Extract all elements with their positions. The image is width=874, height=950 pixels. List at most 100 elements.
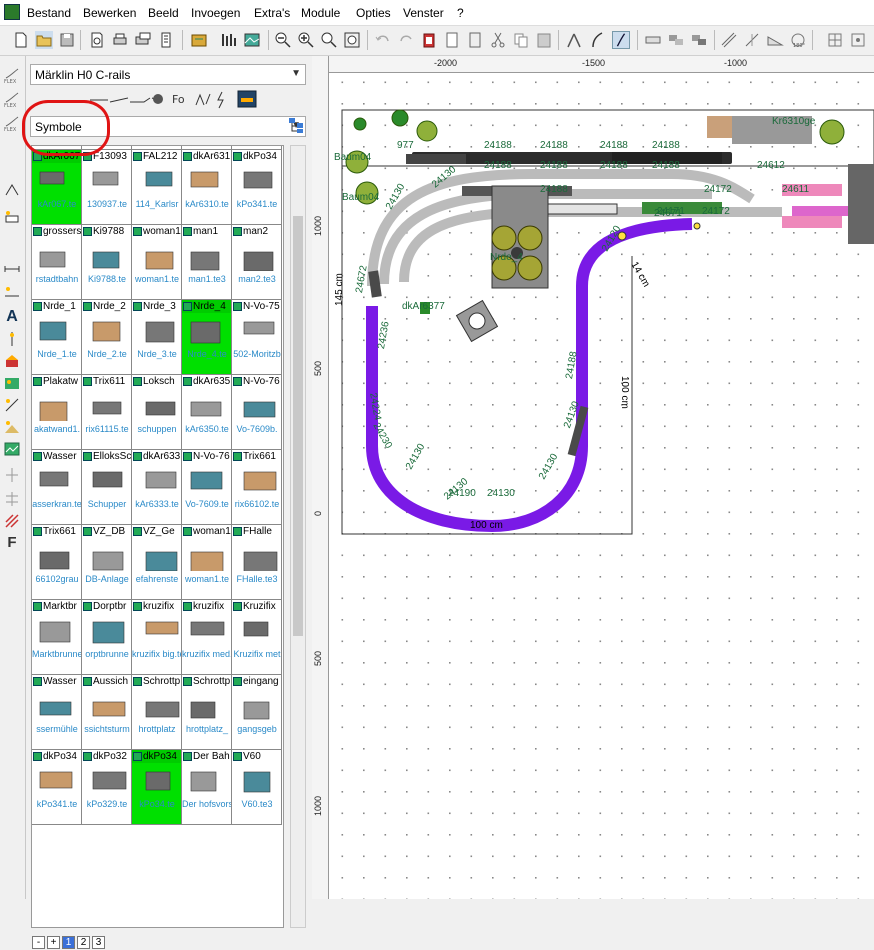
dimension-tool-icon[interactable]	[3, 260, 21, 278]
symbol-tile[interactable]: woman1 woman1.te	[132, 225, 182, 300]
menu-venster[interactable]: Venster	[403, 6, 444, 20]
clipboard-red-icon[interactable]	[420, 31, 438, 49]
symbol-tile[interactable]: Trix611 rix61115.te	[82, 375, 132, 450]
grid-settings-icon[interactable]	[826, 31, 844, 49]
open-folder-icon[interactable]	[35, 31, 53, 49]
track-plan[interactable]	[312, 56, 874, 899]
symbol-tile[interactable]: N-Vo-75 502-Moritzb	[232, 300, 282, 375]
measure-icon[interactable]	[720, 31, 738, 49]
slope-icon[interactable]	[766, 31, 784, 49]
print-preview-icon[interactable]	[88, 31, 106, 49]
symbol-tile[interactable]: FAL212 114_Karlsr	[132, 150, 182, 225]
symbol-tile[interactable]: Wasser ssermühle	[32, 675, 82, 750]
rotate-180-icon[interactable]: 180°	[789, 31, 807, 49]
symbol-tile[interactable]: Schrottp hrottplatz_	[182, 675, 232, 750]
menu-bestand[interactable]: Bestand	[27, 6, 71, 20]
symbol-tile[interactable]: kruzifix kruzifix med.te3	[182, 600, 232, 675]
print-setup-icon[interactable]	[134, 31, 152, 49]
symbol-tile[interactable]: N-Vo-76 Vo-7609.te	[182, 450, 232, 525]
text-tool-icon[interactable]: A	[3, 308, 21, 326]
menu-invoegen[interactable]: Invoegen	[191, 6, 240, 20]
symbol-tile[interactable]: dkAr633 kAr6333.te	[132, 450, 182, 525]
symbol-tile[interactable]: F13093 130937.te	[82, 150, 132, 225]
library-tree-icon[interactable]	[287, 116, 305, 134]
symbol-tile[interactable]: dkPo34 kPo34.te	[132, 750, 182, 825]
symbol-tile[interactable]: Aussich ssichtsturm	[82, 675, 132, 750]
symbol-tile[interactable]: FHalle FHalle.te3	[232, 525, 282, 600]
menu-bewerken[interactable]: Bewerken	[83, 6, 136, 20]
flex-track-tool-2-icon[interactable]: FLEX	[3, 90, 21, 109]
flex-track-icon[interactable]	[612, 31, 630, 49]
arrange-icon[interactable]	[690, 31, 708, 49]
symbol-tile[interactable]: ElloksSc Schupper	[82, 450, 132, 525]
symbol-tile[interactable]: N-Vo-76 Vo-7609b.	[232, 375, 282, 450]
menu-opties[interactable]: Opties	[356, 6, 391, 20]
symbol-tile[interactable]: Trix661 66102grau	[32, 525, 82, 600]
symbol-tile[interactable]: Trix661 rix66102.te	[232, 450, 282, 525]
flex-track-tool-3-icon[interactable]: FLEX	[3, 114, 21, 133]
symbol-tile[interactable]: dkAr067 kAr067.te	[32, 150, 82, 225]
menu-module[interactable]: Module	[301, 6, 340, 20]
symbol-tile[interactable]: dkPo34 kPo341.te	[32, 750, 82, 825]
tunnel-tool-icon[interactable]	[3, 180, 21, 198]
switch-icon[interactable]	[565, 31, 583, 49]
symbol-grid-scrollbar[interactable]	[290, 145, 306, 928]
symbol-tile[interactable]: dkAr631 kAr6310.te	[182, 150, 232, 225]
symbol-tile[interactable]: grossers rstadtbahn	[32, 225, 82, 300]
symbol-tile[interactable]: dkPo32 kPo329.te	[82, 750, 132, 825]
symbol-tile[interactable]: man1 man1.te3	[182, 225, 232, 300]
symbol-tile[interactable]: Kruzifix Kruzifix met	[232, 600, 282, 675]
symbol-tile[interactable]: man2 man2.te3	[232, 225, 282, 300]
symbol-tile[interactable]: Dorptbr orptbrunne	[82, 600, 132, 675]
track-system-select[interactable]: Märklin H0 C-rails ▼	[30, 64, 306, 85]
flex-track-tool-icon[interactable]: FLEX	[3, 66, 21, 85]
zoom-window-icon[interactable]	[320, 31, 338, 49]
zoom-all-icon[interactable]	[343, 31, 361, 49]
terrain-tool-icon[interactable]	[3, 418, 21, 436]
chart-tool-icon[interactable]	[3, 440, 21, 458]
symbol-tile[interactable]: dkAr635 kAr6350.te	[182, 375, 232, 450]
slope-tool-icon[interactable]	[3, 396, 21, 414]
print-icon[interactable]	[111, 31, 129, 49]
symbol-tile[interactable]: Nrde_3 Nrde_3.te	[132, 300, 182, 375]
save-icon[interactable]	[58, 31, 76, 49]
snap-icon[interactable]	[849, 31, 867, 49]
pager-collapse[interactable]: -	[32, 936, 45, 949]
symbol-tile[interactable]: Loksch schuppen	[132, 375, 182, 450]
symbol-tile[interactable]: Wasser asserkran.te	[32, 450, 82, 525]
hatch-tool-icon[interactable]	[3, 512, 21, 530]
layout-canvas[interactable]	[312, 56, 874, 899]
dimension-tool-2-icon[interactable]	[3, 284, 21, 302]
symbol-tile[interactable]: Nrde_2 Nrde_2.te	[82, 300, 132, 375]
symbol-tile[interactable]: Nrde_4 Nrde_4.te	[182, 300, 232, 375]
paste-icon[interactable]	[535, 31, 553, 49]
symbol-tile[interactable]: V60 V60.te3	[232, 750, 282, 825]
pager-page-3[interactable]: 3	[92, 936, 105, 949]
pager-page-2[interactable]: 2	[77, 936, 90, 949]
export-icon[interactable]	[190, 31, 208, 49]
menu-help[interactable]: ?	[457, 6, 464, 20]
building-tool-icon[interactable]	[3, 352, 21, 370]
symbol-tile[interactable]: woman1 woman1.te	[182, 525, 232, 600]
symbol-tile[interactable]: Plakatw akatwand1.	[32, 375, 82, 450]
landscape-tool-icon[interactable]	[3, 374, 21, 392]
split-tool-icon[interactable]	[3, 490, 21, 508]
group-icon[interactable]	[466, 31, 484, 49]
zoom-in-icon[interactable]	[297, 31, 315, 49]
pager-page-1[interactable]: 1	[62, 936, 75, 949]
label-tool-icon[interactable]	[3, 330, 21, 348]
scrollbar-thumb[interactable]	[293, 216, 303, 636]
curve-icon[interactable]	[588, 31, 606, 49]
divider-tool-icon[interactable]	[3, 466, 21, 484]
symbol-tile[interactable]: Nrde_1 Nrde_1.te	[32, 300, 82, 375]
symbol-tile[interactable]: Ki9788 Ki9788.te	[82, 225, 132, 300]
layers-icon[interactable]	[667, 31, 685, 49]
height-icon[interactable]	[743, 31, 761, 49]
menu-beeld[interactable]: Beeld	[148, 6, 179, 20]
page-icon[interactable]	[443, 31, 461, 49]
symbol-tile[interactable]: kruzifix kruzifix big.te3	[132, 600, 182, 675]
symbol-tile[interactable]: dkPo34 kPo341.te	[232, 150, 282, 225]
new-file-icon[interactable]	[12, 31, 30, 49]
symbol-tile[interactable]: Marktbr Marktbrunne	[32, 600, 82, 675]
pager-expand[interactable]: +	[47, 936, 60, 949]
